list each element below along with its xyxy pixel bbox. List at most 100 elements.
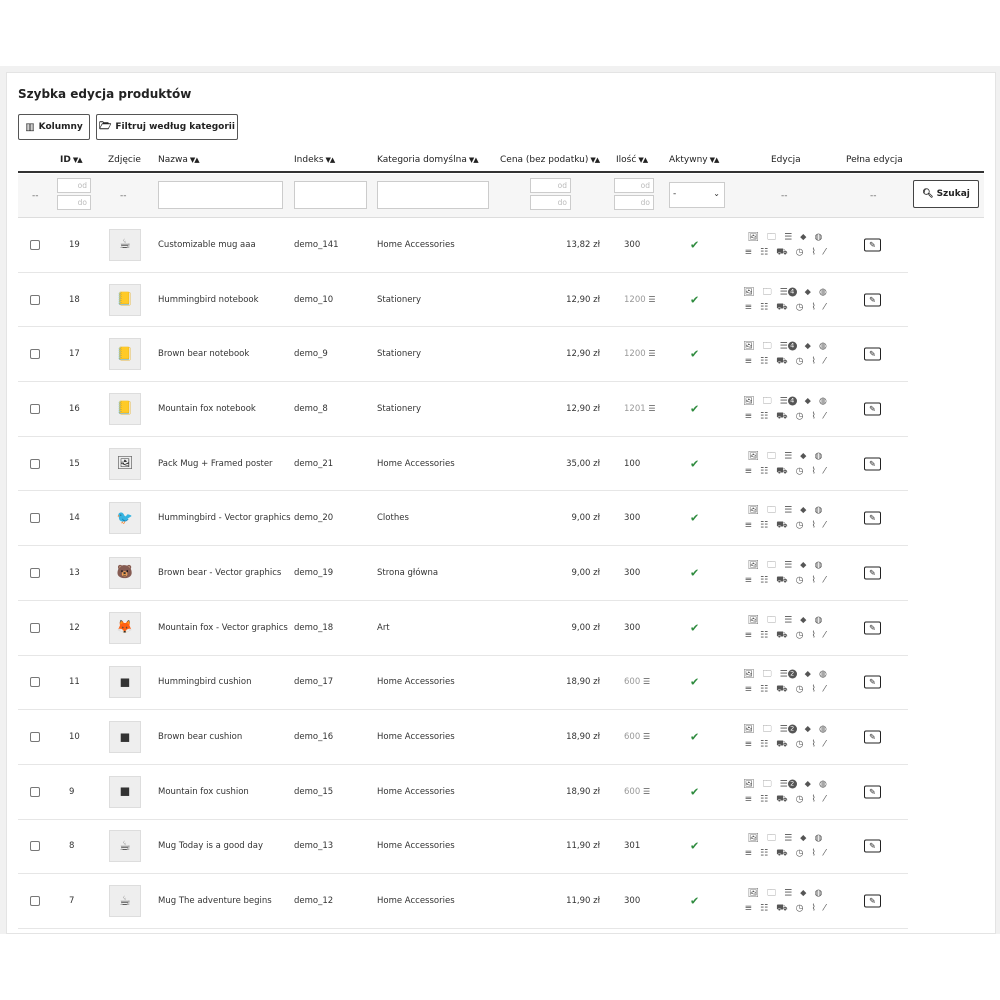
- folder-icon[interactable]: 🗀: [763, 286, 772, 298]
- product-price[interactable]: 11,90 zł: [566, 841, 600, 851]
- product-reference[interactable]: demo_21: [294, 459, 333, 469]
- clock-icon[interactable]: ◷: [796, 629, 804, 641]
- image-icon[interactable]: 🖼︎: [743, 724, 754, 736]
- sort-icon[interactable]: ▼▲: [710, 156, 720, 164]
- tag-icon[interactable]: ⬥: [800, 231, 806, 243]
- image-icon[interactable]: 🖼︎: [748, 450, 759, 462]
- paperclip-icon[interactable]: ⌇: [811, 356, 815, 368]
- align-icon[interactable]: ≡: [745, 684, 753, 696]
- truck-icon[interactable]: ⛟: [776, 739, 787, 751]
- product-name[interactable]: Brown bear - Vector graphics: [158, 568, 281, 578]
- truck-icon[interactable]: ⛟: [776, 684, 787, 696]
- folder-icon[interactable]: 🗀: [767, 231, 776, 243]
- product-name[interactable]: Mountain fox cushion: [158, 787, 249, 797]
- product-price[interactable]: 18,90 zł: [566, 787, 600, 797]
- tag-icon[interactable]: ⬥: [805, 778, 811, 790]
- product-category[interactable]: Home Accessories: [377, 896, 455, 906]
- bullets-icon[interactable]: ☷: [760, 246, 768, 258]
- list-icon[interactable]: ☰: [643, 732, 650, 741]
- reference-filter-input[interactable]: [294, 181, 367, 209]
- tag-icon[interactable]: ⬥: [805, 669, 811, 681]
- bullets-icon[interactable]: ☷: [760, 848, 768, 860]
- product-thumbnail[interactable]: ◼: [109, 666, 141, 699]
- list-icon[interactable]: ☰ 4: [780, 286, 797, 298]
- truck-icon[interactable]: ⛟: [776, 520, 787, 532]
- tag-icon[interactable]: ⬥: [805, 341, 811, 353]
- bullets-icon[interactable]: ☷: [760, 903, 768, 915]
- bullets-icon[interactable]: ☷: [760, 410, 768, 422]
- align-icon[interactable]: ≡: [745, 574, 753, 586]
- align-icon[interactable]: ≡: [745, 356, 753, 368]
- clock-icon[interactable]: ◷: [796, 903, 804, 915]
- folder-icon[interactable]: 🗀: [763, 669, 772, 681]
- truck-icon[interactable]: ⛟: [776, 629, 787, 641]
- product-price[interactable]: 13,82 zł: [566, 240, 600, 250]
- tag-icon[interactable]: ⬥: [800, 505, 806, 517]
- product-quantity[interactable]: 300: [624, 240, 640, 250]
- quantity-to-input[interactable]: do: [614, 195, 654, 210]
- row-checkbox[interactable]: [30, 786, 40, 797]
- full-edit-button[interactable]: ✎: [864, 785, 881, 799]
- image-icon[interactable]: 🖼︎: [748, 231, 759, 243]
- product-quantity[interactable]: 100: [624, 459, 640, 469]
- truck-icon[interactable]: ⛟: [776, 356, 787, 368]
- product-category[interactable]: Stationery: [377, 404, 421, 414]
- row-checkbox[interactable]: [30, 567, 40, 578]
- product-category[interactable]: Home Accessories: [377, 677, 455, 687]
- image-icon[interactable]: 🖼︎: [743, 395, 754, 407]
- globe-icon[interactable]: ◍: [819, 286, 827, 298]
- magic-icon[interactable]: ⁄: [824, 356, 826, 368]
- list-icon[interactable]: ☰: [648, 404, 655, 413]
- magic-icon[interactable]: ⁄: [824, 301, 826, 313]
- paperclip-icon[interactable]: ⌇: [811, 739, 815, 751]
- list-icon[interactable]: ☰: [784, 614, 792, 626]
- truck-icon[interactable]: ⛟: [776, 246, 787, 258]
- image-icon[interactable]: 🖼︎: [743, 778, 754, 790]
- paperclip-icon[interactable]: ⌇: [811, 410, 815, 422]
- tag-icon[interactable]: ⬥: [805, 395, 811, 407]
- truck-icon[interactable]: ⛟: [776, 410, 787, 422]
- product-category[interactable]: Home Accessories: [377, 787, 455, 797]
- list-icon[interactable]: ☰: [648, 295, 655, 304]
- truck-icon[interactable]: ⛟: [776, 848, 787, 860]
- product-reference[interactable]: demo_20: [294, 513, 333, 523]
- bullets-icon[interactable]: ☷: [760, 739, 768, 751]
- globe-icon[interactable]: ◍: [814, 888, 822, 900]
- active-filter-select[interactable]: - ⌄: [669, 182, 725, 208]
- magic-icon[interactable]: ⁄: [824, 574, 826, 586]
- magic-icon[interactable]: ⁄: [824, 793, 826, 805]
- list-icon[interactable]: ☰: [643, 677, 650, 686]
- list-icon[interactable]: ☰: [784, 231, 792, 243]
- full-edit-button[interactable]: ✎: [864, 894, 881, 908]
- price-from-input[interactable]: od: [530, 178, 571, 193]
- product-reference[interactable]: demo_18: [294, 623, 333, 633]
- align-icon[interactable]: ≡: [745, 410, 753, 422]
- tag-icon[interactable]: ⬥: [800, 833, 806, 845]
- tag-icon[interactable]: ⬥: [805, 724, 811, 736]
- align-icon[interactable]: ≡: [745, 246, 753, 258]
- bullets-icon[interactable]: ☷: [760, 465, 768, 477]
- product-name[interactable]: Mug Today is a good day: [158, 841, 263, 851]
- product-thumbnail[interactable]: 📒: [109, 338, 141, 371]
- image-icon[interactable]: 🖼︎: [743, 341, 754, 353]
- product-category[interactable]: Home Accessories: [377, 240, 455, 250]
- magic-icon[interactable]: ⁄: [824, 739, 826, 751]
- row-checkbox[interactable]: [30, 896, 40, 907]
- product-category[interactable]: Stationery: [377, 349, 421, 359]
- magic-icon[interactable]: ⁄: [824, 246, 826, 258]
- header-category[interactable]: Kategoria domyślna ▼▲: [377, 155, 479, 165]
- paperclip-icon[interactable]: ⌇: [811, 246, 815, 258]
- clock-icon[interactable]: ◷: [796, 848, 804, 860]
- magic-icon[interactable]: ⁄: [824, 629, 826, 641]
- list-icon[interactable]: ☰ 2: [780, 724, 797, 736]
- folder-icon[interactable]: 🗀: [767, 833, 776, 845]
- category-filter-input[interactable]: [377, 181, 489, 209]
- magic-icon[interactable]: ⁄: [824, 903, 826, 915]
- align-icon[interactable]: ≡: [745, 739, 753, 751]
- product-category[interactable]: Home Accessories: [377, 841, 455, 851]
- clock-icon[interactable]: ◷: [796, 793, 804, 805]
- row-checkbox[interactable]: [30, 458, 40, 469]
- product-quantity[interactable]: 300: [624, 623, 640, 633]
- tag-icon[interactable]: ⬥: [800, 450, 806, 462]
- product-quantity[interactable]: 600 ☰: [624, 677, 650, 687]
